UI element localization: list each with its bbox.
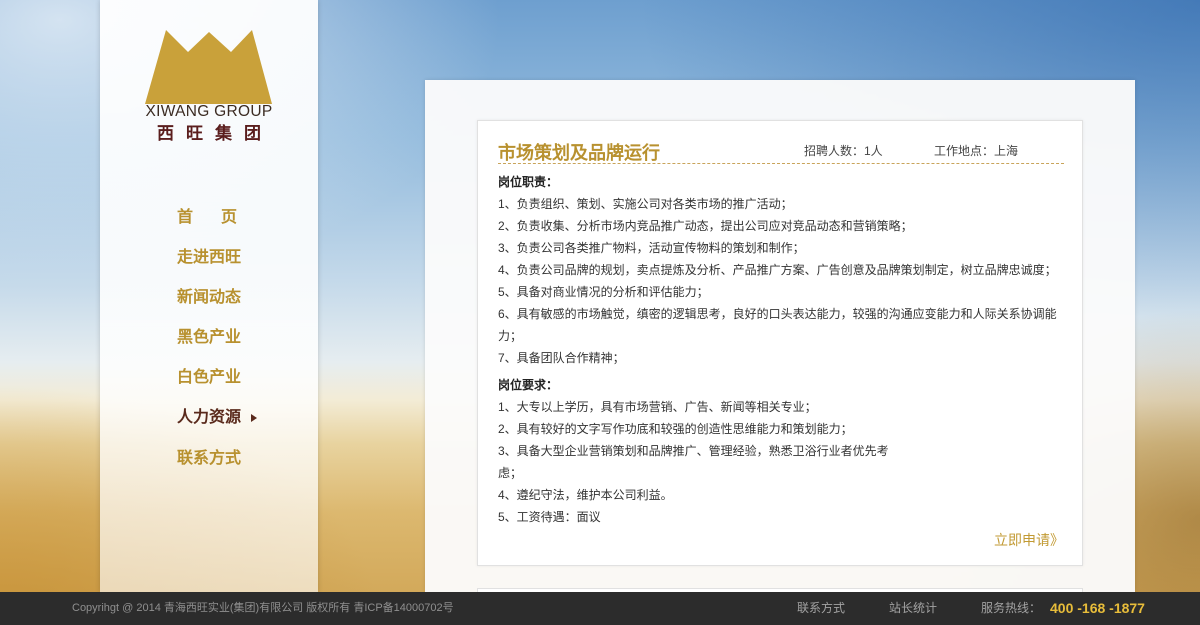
job-card: 市场策划及品牌运行 招聘人数：1人 工作地点：上海 岗位职责： 1、负责组织、策… — [477, 120, 1083, 566]
duty-item: 2、负责收集、分析市场内竞品推广动态，提出公司应对竞品动态和营销策略； — [498, 219, 913, 233]
sidebar: XIWANG GROUP 西旺集团 首 页 走进西旺 新闻动态 黑色产业 白色产… — [100, 0, 318, 592]
job-title: 市场策划及品牌运行 — [498, 143, 660, 163]
duty-item: 1、负责组织、策划、实施公司对各类市场的推广活动； — [498, 197, 793, 211]
mountain-crown-icon — [145, 30, 272, 104]
nav-item-white-industry[interactable]: 白色产业 — [177, 368, 241, 388]
duty-item: 5、具备对商业情况的分析和评估能力； — [498, 285, 709, 299]
duty-item: 6、具有敏感的市场触觉，缜密的逻辑思考，良好的口头表达能力，较强的沟通应变能力和… — [498, 307, 1057, 343]
job-headcount: 招聘人数：1人 — [804, 144, 883, 158]
requirement-item: 2、具有较好的文字写作功底和较强的创造性思维能力和策划能力； — [498, 422, 853, 436]
title-divider — [498, 163, 1064, 164]
logo-name-en: XIWANG GROUP — [145, 103, 273, 120]
nav-item-contact[interactable]: 联系方式 — [177, 449, 241, 469]
duty-item: 3、负责公司各类推广物料，活动宣传物料的策划和制作； — [498, 241, 805, 255]
hotline-number: 400 -168 -1877 — [1050, 600, 1145, 616]
job-description: 岗位职责： 1、负责组织、策划、实施公司对各类市场的推广活动； 2、负责收集、分… — [498, 171, 1073, 528]
requirement-item: 1、大专以上学历，具有市场营销、广告、新闻等相关专业； — [498, 400, 817, 414]
nav-item-news[interactable]: 新闻动态 — [177, 288, 241, 308]
logo-name-cn: 西旺集团 — [157, 124, 273, 143]
requirement-item: 5、工资待遇：面议 — [498, 510, 601, 524]
nav-item-about[interactable]: 走进西旺 — [177, 248, 241, 268]
job-location: 工作地点：上海 — [934, 144, 1019, 158]
duties-heading: 岗位职责： — [498, 175, 559, 189]
requirements-heading: 岗位要求： — [498, 378, 559, 392]
duty-item: 4、负责公司品牌的规划，卖点提炼及分析、产品推广方案、广告创意及品牌策划制定，树… — [498, 263, 1057, 277]
footer: Copyrihgt @ 2014 青海西旺实业(集团)有限公司 版权所有 青IC… — [0, 592, 1200, 625]
triangle-right-icon — [251, 414, 257, 422]
hotline-label: 服务热线： — [981, 601, 1042, 615]
copyright-text: Copyrihgt @ 2014 青海西旺实业(集团)有限公司 版权所有 青IC… — [72, 602, 454, 614]
requirement-item: 4、遵纪守法，维护本公司利益。 — [498, 488, 673, 502]
nav-item-hr[interactable]: 人力资源 — [177, 408, 241, 428]
main-panel: 市场策划及品牌运行 招聘人数：1人 工作地点：上海 岗位职责： 1、负责组织、策… — [425, 80, 1135, 592]
footer-link-stats[interactable]: 站长统计 — [889, 600, 937, 616]
requirement-item: 3、具备大型企业营销策划和品牌推广、管理经验，熟悉卫浴行业者优先考 虑； — [498, 444, 889, 480]
footer-link-contact[interactable]: 联系方式 — [797, 600, 845, 616]
nav-item-black-industry[interactable]: 黑色产业 — [177, 328, 241, 348]
logo[interactable]: XIWANG GROUP 西旺集团 — [144, 28, 274, 148]
nav-item-home[interactable]: 首 页 — [177, 208, 243, 228]
duty-item: 7、具备团队合作精神； — [498, 351, 625, 365]
apply-now-link[interactable]: 立即申请》 — [994, 531, 1064, 549]
